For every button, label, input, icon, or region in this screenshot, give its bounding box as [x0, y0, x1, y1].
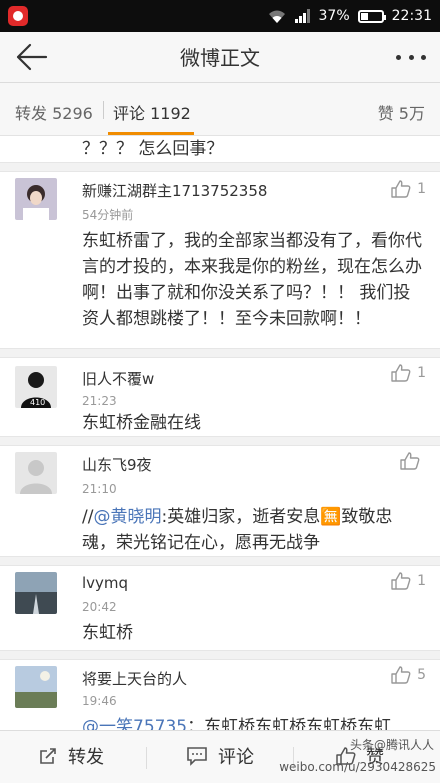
list-item[interactable]: 山东飞9夜 21:10 //@黄晓明:英雄归家，逝者安息🈚致敬忠魂，荣光铭记在心… [0, 446, 440, 566]
battery-icon [357, 9, 386, 23]
list-item[interactable]: 新赚江湖群主1713752358 54分钟前 1 东虹桥雷了，我的全部家当都没有… [0, 172, 440, 358]
comment-text: 东虹桥金融在线 [82, 413, 201, 433]
more-dots-icon [396, 54, 401, 60]
tab-reposts[interactable]: 转发 5296 [15, 100, 93, 124]
like-button[interactable]: 1 [391, 572, 426, 590]
repost-icon [40, 748, 56, 764]
tab-likes[interactable]: 赞 5万 [378, 100, 425, 124]
like-count: 1 [417, 365, 426, 381]
nav-bar: 微博正文 [0, 32, 440, 83]
wifi-icon [268, 10, 285, 23]
signal-icon [294, 9, 311, 23]
tab-comments[interactable]: 评论 1192 [113, 100, 191, 124]
comment-author[interactable]: 将要上天台的人 [82, 668, 187, 689]
divider [0, 650, 440, 660]
repost-label: 转发 [68, 747, 104, 768]
list-item[interactable]: lvymq 20:42 1 东虹桥 [0, 566, 440, 656]
weibo-app-icon [8, 6, 28, 26]
thumbs-up-icon [400, 452, 420, 470]
list-item[interactable]: 410 旧人不覆w 21:23 1 东虹桥金融在线 [0, 358, 440, 448]
active-tab-indicator [108, 132, 194, 135]
divider [0, 556, 440, 566]
repost-button[interactable]: 转发 [38, 743, 104, 769]
comment-author[interactable]: lvymq [82, 574, 128, 592]
comment-label: 评论 [218, 747, 254, 768]
thumbs-up-icon [391, 364, 411, 382]
more-dot [421, 54, 426, 60]
divider [146, 747, 147, 769]
avatar[interactable] [15, 666, 57, 708]
comment-text: 东虹桥 [82, 623, 133, 643]
divider [0, 436, 440, 446]
comment-author[interactable]: 新赚江湖群主1713752358 [82, 180, 267, 201]
status-right: 37% 22:31 [267, 6, 432, 26]
comment-text: @一笑75735：东虹桥东虹桥东虹桥东虹 [82, 714, 440, 730]
svg-text:410: 410 [30, 398, 45, 407]
comment-time: 19:46 [82, 694, 117, 708]
comment-time: 21:10 [82, 482, 117, 496]
battery-percent: 37% [318, 8, 350, 24]
clock: 22:31 [391, 8, 432, 24]
page-title: 微博正文 [180, 46, 260, 70]
avatar[interactable]: 410 [15, 366, 57, 408]
comment-list[interactable]: ？？？ 怎么回事？ 新赚江湖群主1713752358 54分钟前 1 东虹桥雷了… [0, 136, 440, 730]
watermark-line1: 头条@腾讯人人 [349, 738, 434, 752]
like-button[interactable]: 1 [391, 180, 426, 198]
watermark-line2: weibo.com/u/2930428625 [279, 760, 436, 774]
stats-tabs: 转发 5296 评论 1192 赞 5万 [0, 83, 440, 136]
comment-icon [187, 747, 207, 766]
repost-prefix: // [82, 507, 94, 527]
avatar[interactable] [15, 452, 57, 494]
thumbs-up-icon [391, 572, 411, 590]
more-dot [408, 54, 414, 60]
comment-text: 东虹桥雷了，我的全部家当都没有了，看你代言的才投的，本来我是你的粉丝，现在怎么办… [82, 231, 422, 329]
comment-time: 54分钟前 [82, 208, 134, 222]
like-button[interactable] [400, 452, 426, 470]
comment-author[interactable]: 旧人不覆w [82, 368, 154, 389]
divider [0, 162, 440, 172]
avatar[interactable] [15, 572, 57, 614]
comment-author[interactable]: 山东飞9夜 [82, 454, 152, 475]
tab-divider [103, 101, 104, 119]
avatar[interactable] [15, 178, 57, 220]
thumbs-up-icon [391, 180, 411, 198]
partial-comment-text: ？？？ 怎么回事？ [82, 139, 224, 159]
status-bar: 37% 22:31 [0, 0, 440, 32]
comment-time: 21:23 [82, 394, 117, 408]
list-item[interactable]: 将要上天台的人 19:46 5 @一笑75735：东虹桥东虹桥东虹桥东虹 [0, 660, 440, 730]
like-count: 1 [417, 181, 426, 197]
mention-link[interactable]: @一笑75735 [82, 717, 187, 730]
comment-text: //@黄晓明:英雄归家，逝者安息🈚致敬忠魂，荣光铭记在心，愿再无战争 [82, 504, 424, 556]
like-button[interactable]: 1 [391, 364, 426, 382]
thumbs-up-icon [391, 666, 411, 684]
more-button[interactable] [396, 52, 426, 62]
divider [0, 348, 440, 358]
comment-body: ：东虹桥东虹桥东虹桥东虹 [187, 717, 392, 730]
like-count: 5 [417, 667, 426, 683]
like-button[interactable]: 5 [391, 666, 426, 684]
mention-link[interactable]: @黄晓明 [93, 507, 161, 527]
like-count: 1 [417, 573, 426, 589]
comment-button[interactable]: 评论 [186, 743, 254, 769]
comment-time: 20:42 [82, 600, 117, 614]
